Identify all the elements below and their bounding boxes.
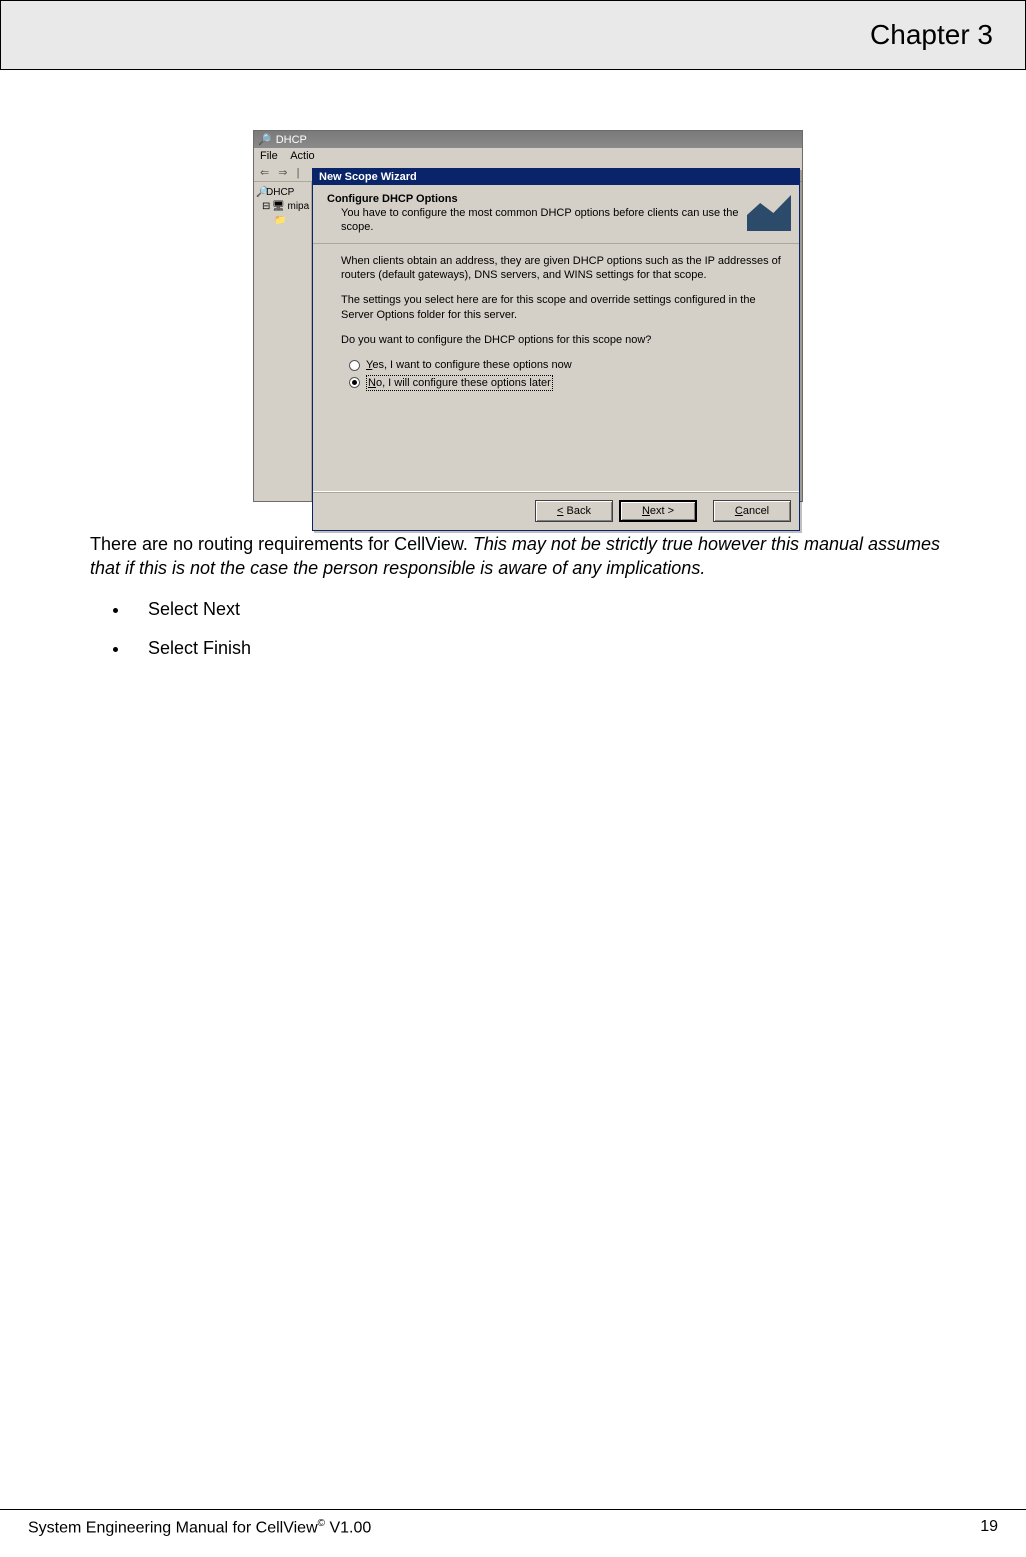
tree-server[interactable]: ⊟🖥 mipa	[256, 200, 309, 214]
step-item-2: Select Finish	[130, 638, 966, 659]
console-menu-bar: File Actio	[254, 148, 802, 164]
next-button[interactable]: Next >	[619, 500, 697, 522]
forward-icon[interactable]: ⇒	[278, 167, 287, 179]
radio-icon	[349, 360, 360, 371]
wizard-paragraph-3: Do you want to configure the DHCP option…	[341, 333, 783, 348]
radio-no-option[interactable]: No, I will configure these options later	[349, 375, 783, 392]
menu-file[interactable]: File	[260, 150, 278, 162]
radio-no-label: No, I will configure these options later	[366, 375, 553, 392]
body-paragraph: There are no routing requirements for Ce…	[90, 532, 966, 581]
chapter-title: Chapter 3	[870, 19, 993, 51]
console-title-bar: 🔎 DHCP	[254, 131, 802, 148]
back-button[interactable]: < Back	[535, 500, 613, 522]
radio-yes-label: Yes, I want to configure these options n…	[366, 358, 572, 373]
wizard-title-bar: New Scope Wizard	[313, 169, 799, 185]
wizard-header: Configure DHCP Options You have to confi…	[313, 185, 799, 244]
toolbar-divider: |	[297, 167, 300, 179]
steps-list: Select Next Select Finish	[130, 599, 966, 659]
chapter-header: Chapter 3	[0, 0, 1026, 70]
page-footer: System Engineering Manual for CellView© …	[0, 1509, 1026, 1537]
new-scope-wizard-dialog: New Scope Wizard Configure DHCP Options …	[312, 168, 800, 531]
step-item-1: Select Next	[130, 599, 966, 620]
body-paragraph-plain: There are no routing requirements for Ce…	[90, 534, 473, 554]
back-icon[interactable]: ⇐	[260, 167, 269, 179]
footer-left: System Engineering Manual for CellView© …	[28, 1518, 371, 1537]
menu-action[interactable]: Actio	[290, 150, 314, 162]
radio-icon-selected	[349, 377, 360, 388]
cancel-button[interactable]: Cancel	[713, 500, 791, 522]
radio-yes-option[interactable]: Yes, I want to configure these options n…	[349, 358, 783, 373]
tree-folder[interactable]: 📁	[256, 214, 309, 228]
console-icon: 🔎	[258, 133, 272, 146]
wizard-banner-icon	[747, 191, 791, 231]
wizard-paragraph-1: When clients obtain an address, they are…	[341, 254, 783, 284]
console-tree: 🔎DHCP ⊟🖥 mipa 📁	[254, 182, 312, 501]
console-title: DHCP	[276, 134, 307, 146]
wizard-subheading: You have to configure the most common DH…	[341, 207, 739, 235]
wizard-heading: Configure DHCP Options	[327, 193, 458, 205]
wizard-paragraph-2: The settings you select here are for thi…	[341, 293, 783, 323]
dhcp-console-window: 🔎 DHCP File Actio ⇐ ⇒ | 🔎DHCP ⊟🖥 mipa 📁	[253, 130, 803, 502]
wizard-body: When clients obtain an address, they are…	[313, 244, 799, 492]
page-number: 19	[980, 1518, 998, 1537]
tree-root[interactable]: 🔎DHCP	[256, 186, 309, 200]
screenshot-figure: 🔎 DHCP File Actio ⇐ ⇒ | 🔎DHCP ⊟🖥 mipa 📁	[90, 130, 966, 502]
wizard-button-row: < Back Next > Cancel	[313, 491, 799, 530]
